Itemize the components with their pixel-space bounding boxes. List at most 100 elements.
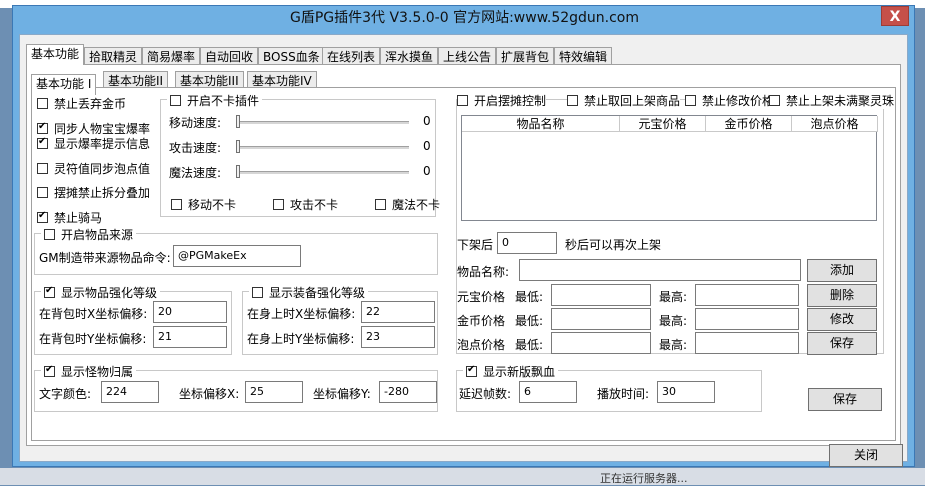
delay-frames-input[interactable]: 6 xyxy=(519,381,577,403)
slider-thumb-0[interactable] xyxy=(236,115,240,128)
price-min-input-1[interactable] xyxy=(551,308,651,330)
modify-button[interactable]: 修改 xyxy=(807,308,877,331)
offset-x-input[interactable]: 25 xyxy=(245,381,303,403)
option-3[interactable]: 灵符值同步泡点值 xyxy=(37,160,150,177)
no-lag-check-1-box[interactable] xyxy=(273,199,284,210)
price-label-2: 泡点价格 xyxy=(457,338,506,352)
price-max-input-0[interactable] xyxy=(695,284,799,306)
item-source-toggle[interactable]: 开启物品来源 xyxy=(41,226,137,243)
blood-checkbox[interactable] xyxy=(466,364,477,377)
equip-enhance-checkbox[interactable] xyxy=(252,287,263,298)
stall-check-3-box[interactable] xyxy=(769,95,780,106)
add-button[interactable]: 添加 xyxy=(807,259,877,282)
price-max-input-1[interactable] xyxy=(695,308,799,330)
stall-check-0-box[interactable] xyxy=(457,95,468,106)
tab-main-8[interactable]: 扩展背包 xyxy=(496,47,555,65)
option-5-box[interactable] xyxy=(37,210,48,223)
tab-sub-0[interactable]: 基本功能 I xyxy=(31,74,97,95)
close-button[interactable]: 关闭 xyxy=(829,444,903,467)
option-0-box[interactable] xyxy=(37,98,48,109)
tab-main-0[interactable]: 基本功能 xyxy=(26,44,85,65)
stall-check-1[interactable]: 禁止取回上架商品 xyxy=(567,92,681,109)
stall-save-button[interactable]: 保存 xyxy=(807,332,877,355)
item-source-cmd-input[interactable]: @PGMakeEx xyxy=(173,245,301,267)
slider-track-1[interactable] xyxy=(237,146,409,149)
equip-enhance-title: 显示装备强化等级 xyxy=(269,286,366,300)
stall-check-1-box[interactable] xyxy=(567,95,578,106)
monster-owner-checkbox[interactable] xyxy=(44,364,55,377)
item-name-label: 物品名称: xyxy=(457,265,510,279)
option-2-box[interactable] xyxy=(37,136,48,149)
col-header-0[interactable]: 物品名称 xyxy=(462,116,620,132)
option-4[interactable]: 摆摊禁止拆分叠加 xyxy=(37,184,150,201)
col-header-1[interactable]: 元宝价格 xyxy=(620,116,706,132)
item-name-input[interactable] xyxy=(519,259,801,281)
tab-main-7[interactable]: 上线公告 xyxy=(438,47,497,65)
col-header-2[interactable]: 金币价格 xyxy=(706,116,792,132)
price-min-input-2[interactable] xyxy=(551,332,651,354)
option-0[interactable]: 禁止丢弃金币 xyxy=(37,95,126,112)
equip-enhance-y-label: 在身上时Y坐标偏移: xyxy=(247,332,355,346)
stall-check-0[interactable]: 开启摆摊控制 xyxy=(457,92,547,109)
play-time-input[interactable]: 30 xyxy=(657,381,715,403)
option-4-box[interactable] xyxy=(37,187,48,198)
no-lag-check-0-box[interactable] xyxy=(171,199,182,210)
slider-track-0[interactable] xyxy=(237,121,409,124)
delete-button[interactable]: 删除 xyxy=(807,284,877,307)
slider-label-1: 攻击速度: xyxy=(169,141,222,155)
no-lag-checkbox[interactable] xyxy=(170,95,181,106)
item-enhance-y-label: 在背包时Y坐标偏移: xyxy=(39,332,147,346)
offset-x-label: 坐标偏移X: xyxy=(179,387,240,401)
item-enhance-checkbox[interactable] xyxy=(44,285,55,298)
main-tab-panel: 基本功能 I基本功能II基本功能III基本功能IV 禁止丢弃金币同步人物宝宝爆率… xyxy=(26,64,901,446)
equip-enhance-x-input[interactable]: 22 xyxy=(361,301,435,323)
option-2[interactable]: 显示爆率提示信息 xyxy=(37,135,150,152)
tab-main-2[interactable]: 简易爆率 xyxy=(142,47,201,65)
text-color-input[interactable]: 224 xyxy=(101,381,159,403)
item-enhance-x-input[interactable]: 20 xyxy=(153,301,227,323)
no-lag-toggle[interactable]: 开启不卡插件 xyxy=(167,92,263,109)
stall-check-2[interactable]: 禁止修改价格 xyxy=(685,92,775,109)
blood-toggle[interactable]: 显示新版飘血 xyxy=(463,363,559,380)
tab-main-1[interactable]: 拾取精灵 xyxy=(84,47,143,65)
item-enhance-toggle[interactable]: 显示物品强化等级 xyxy=(41,284,161,301)
col-header-3[interactable]: 泡点价格 xyxy=(792,116,878,132)
tab-main-5[interactable]: 在线列表 xyxy=(322,47,381,65)
monster-owner-toggle[interactable]: 显示怪物归属 xyxy=(41,363,137,380)
relist-seconds-input[interactable]: 0 xyxy=(497,232,557,254)
stall-item-list[interactable]: 物品名称 元宝价格 金币价格 泡点价格 xyxy=(461,115,878,221)
window-close-button[interactable]: X xyxy=(881,6,909,26)
price-max-label-0: 最高: xyxy=(659,290,688,304)
no-lag-check-2-box[interactable] xyxy=(375,199,386,210)
option-1-box[interactable] xyxy=(37,121,48,134)
monster-owner-title: 显示怪物归属 xyxy=(61,365,134,379)
price-min-input-0[interactable] xyxy=(551,284,651,306)
delay-frames-label: 延迟帧数: xyxy=(459,387,512,401)
tab-main-4[interactable]: BOSS血条 xyxy=(258,47,325,65)
item-enhance-y-input[interactable]: 21 xyxy=(153,326,227,348)
save-button[interactable]: 保存 xyxy=(808,388,882,411)
no-lag-check-0-label: 移动不卡 xyxy=(188,198,237,212)
offset-y-input[interactable]: -280 xyxy=(379,381,437,403)
slider-thumb-1[interactable] xyxy=(236,140,240,153)
tab-main-6[interactable]: 浑水摸鱼 xyxy=(380,47,439,65)
tab-main-9[interactable]: 特效编辑 xyxy=(554,47,613,65)
no-lag-check-1[interactable]: 攻击不卡 xyxy=(273,196,338,213)
option-3-box[interactable] xyxy=(37,163,48,174)
item-source-checkbox[interactable] xyxy=(44,229,55,240)
no-lag-check-2[interactable]: 魔法不卡 xyxy=(375,196,440,213)
stall-check-3[interactable]: 禁止上架未满聚灵珠 xyxy=(769,92,895,109)
offset-y-label: 坐标偏移Y: xyxy=(313,387,371,401)
slider-thumb-2[interactable] xyxy=(236,165,240,178)
equip-enhance-toggle[interactable]: 显示装备强化等级 xyxy=(249,284,369,301)
option-5[interactable]: 禁止骑马 xyxy=(37,209,102,226)
option-4-label: 摆摊禁止拆分叠加 xyxy=(54,186,151,200)
price-max-input-2[interactable] xyxy=(695,332,799,354)
no-lag-check-0[interactable]: 移动不卡 xyxy=(171,196,236,213)
equip-enhance-y-input[interactable]: 23 xyxy=(361,326,435,348)
price-max-label-2: 最高: xyxy=(659,338,688,352)
slider-track-2[interactable] xyxy=(237,171,409,174)
stall-check-2-box[interactable] xyxy=(685,95,696,106)
tab-main-3[interactable]: 自动回收 xyxy=(200,47,259,65)
option-1-label: 同步人物宝宝爆率 xyxy=(54,122,151,136)
